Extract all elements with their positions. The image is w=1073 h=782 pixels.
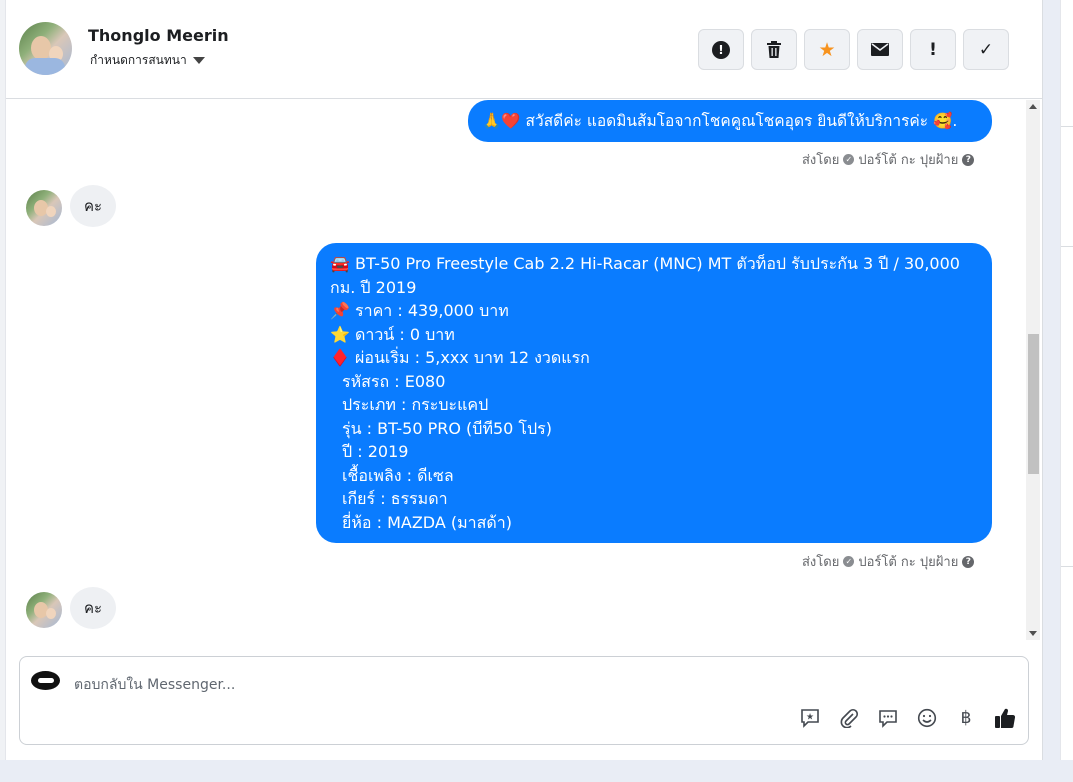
assign-label: กำหนดการสนทนา <box>90 53 187 67</box>
assign-conversation-dropdown[interactable]: กำหนดการสนทนา <box>90 51 205 70</box>
sender-name: ปอร์โต้ กะ ปุยฝ้าย <box>858 153 959 168</box>
exclamation-icon: ! <box>929 39 937 60</box>
emoji-button[interactable] <box>916 707 938 729</box>
listing-line: 🚘 BT-50 Pro Freestyle Cab 2.2 Hi-Racar (… <box>330 254 960 273</box>
contact-avatar[interactable] <box>19 22 72 75</box>
svg-text:★: ★ <box>806 713 814 723</box>
thumbs-up-icon <box>995 708 1016 728</box>
listing-line: ⭐ ดาวน์ : 0 บาท <box>330 324 455 344</box>
listing-line: เชื้อเพลิง : ดีเซล <box>342 465 454 485</box>
follow-up-button[interactable]: ! <box>910 29 956 70</box>
listing-line: ♦️ ผ่อนเริ่ม : 5,xxx บาท 12 งวดแรก <box>330 348 590 367</box>
sender-name: ปอร์โต้ กะ ปุยฝ้าย <box>858 555 959 570</box>
help-icon[interactable]: ? <box>962 153 975 166</box>
message-bubble-listing[interactable]: 🚘 BT-50 Pro Freestyle Cab 2.2 Hi-Racar (… <box>316 243 992 543</box>
page-badge-icon: ✓ <box>843 556 855 567</box>
star-icon: ★ <box>818 38 836 61</box>
star-button[interactable]: ★ <box>804 29 850 70</box>
quick-reply-button[interactable] <box>877 707 899 729</box>
page-badge-icon: ✓ <box>843 154 855 165</box>
check-icon: ✓ <box>978 39 994 60</box>
greeting-text: 🙏❤️ สวัสดีค่ะ แอดมินส้มโอจากโชคคูณโชคอุด… <box>482 112 958 130</box>
contact-avatar-small <box>26 190 62 226</box>
alert-circle-icon: ! <box>712 40 730 59</box>
message-bubble-reply[interactable]: คะ <box>70 185 116 227</box>
listing-line: ปี : 2019 <box>342 442 409 461</box>
contact-avatar-small <box>26 592 62 628</box>
help-icon[interactable]: ? <box>962 555 975 568</box>
contact-name[interactable]: Thonglo Meerin <box>88 26 229 45</box>
panel-gap <box>1043 0 1060 760</box>
mark-done-button[interactable]: ✓ <box>963 29 1009 70</box>
message-thread[interactable]: 🙏❤️ สวัสดีค่ะ แอดมินส้มโอจากโชคคูณโชคอุด… <box>6 99 1043 640</box>
message-composer[interactable]: ตอบกลับใน Messenger... ★ ฿ <box>19 656 1029 745</box>
delete-button[interactable] <box>751 29 797 70</box>
saved-reply-button[interactable]: ★ <box>799 707 821 729</box>
listing-line: ประเภท : กระบะแคป <box>342 395 489 414</box>
listing-line: รุ่น : BT-50 PRO (บีที50 โปร) <box>342 418 553 438</box>
scroll-thumb[interactable] <box>1028 334 1039 474</box>
baht-icon: ฿ <box>960 708 972 728</box>
saved-reply-icon: ★ <box>801 709 819 728</box>
composer-tools: ★ ฿ <box>799 707 1016 729</box>
envelope-icon <box>871 43 889 56</box>
header-actions: ! ★ ! ✓ <box>698 29 1009 70</box>
reply-text: คะ <box>83 599 103 617</box>
reply-text: คะ <box>83 197 103 215</box>
right-side-panel <box>1060 0 1073 760</box>
conversation-header: Thonglo Meerin กำหนดการสนทนา ! ★ ! ✓ <box>6 0 1043 99</box>
listing-line: รหัสรถ : E080 <box>342 371 446 391</box>
scroll-down-arrow-icon[interactable] <box>1029 631 1037 636</box>
message-bubble-greeting[interactable]: 🙏❤️ สวัสดีค่ะ แอดมินส้มโอจากโชคคูณโชคอุด… <box>468 100 992 142</box>
attach-button[interactable] <box>838 707 860 729</box>
mark-spam-button[interactable]: ! <box>698 29 744 70</box>
sent-by-line: ส่งโดย ✓ ปอร์โต้ กะ ปุยฝ้าย ? <box>802 149 975 170</box>
mark-unread-button[interactable] <box>857 29 903 70</box>
listing-line: กม. ปี 2019 <box>330 277 417 297</box>
emoji-icon <box>917 708 937 728</box>
sent-by-label: ส่งโดย <box>802 555 840 570</box>
sent-by-label: ส่งโดย <box>802 153 840 168</box>
paperclip-icon <box>840 708 859 728</box>
scroll-up-arrow-icon[interactable] <box>1029 104 1037 109</box>
message-bubble-reply[interactable]: คะ <box>70 587 116 629</box>
chat-bubble-icon <box>879 710 897 728</box>
listing-line: 📌 ราคา : 439,000 บาท <box>330 301 509 320</box>
reply-input[interactable]: ตอบกลับใน Messenger... <box>74 674 235 696</box>
caret-down-icon <box>192 57 205 64</box>
page-logo-icon <box>31 671 60 690</box>
like-button[interactable] <box>994 707 1016 729</box>
thread-scrollbar[interactable] <box>1026 100 1040 640</box>
trash-icon <box>767 40 781 58</box>
payment-button[interactable]: ฿ <box>955 707 977 729</box>
sent-by-line: ส่งโดย ✓ ปอร์โต้ กะ ปุยฝ้าย ? <box>802 551 975 572</box>
listing-line: เกียร์ : ธรรมดา <box>342 489 448 508</box>
listing-line: ยี่ห้อ : MAZDA (มาสด้า) <box>342 512 513 532</box>
